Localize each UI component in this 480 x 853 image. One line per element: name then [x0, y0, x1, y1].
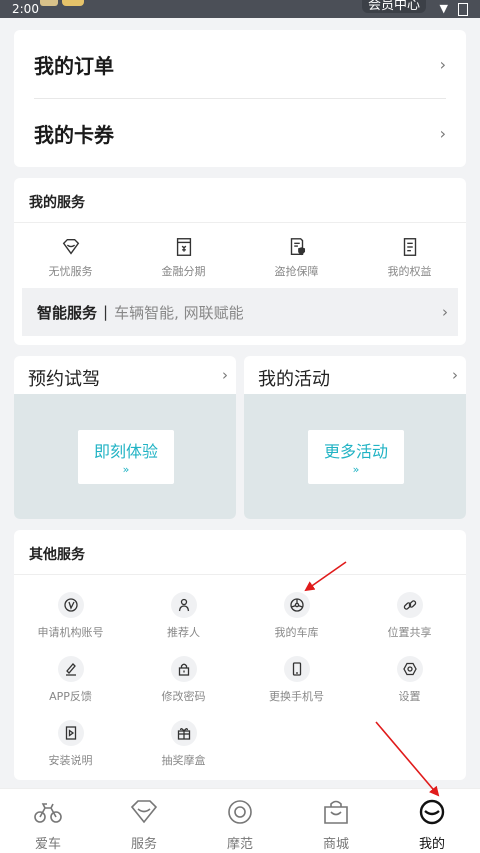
my-orders-label: 我的订单: [34, 53, 114, 78]
tab-mine[interactable]: 我的: [384, 789, 480, 853]
section-title: 我的服务: [29, 195, 85, 211]
divider: [14, 574, 466, 575]
service-label: 推荐人: [167, 626, 200, 639]
install-guide[interactable]: 安装说明: [14, 720, 127, 784]
diamond-icon: [130, 800, 158, 824]
service-label: APP反馈: [49, 690, 92, 703]
settings-hex-icon: [402, 662, 417, 676]
service-label: 盗抢保障: [274, 265, 319, 278]
my-activities-title: 我的活动: [258, 369, 330, 390]
service-label: 安装说明: [48, 754, 93, 767]
location-sharing[interactable]: 位置共享: [353, 592, 466, 656]
wheel-icon: [289, 598, 304, 612]
edit-pen-icon: [65, 663, 76, 676]
lock-icon: [178, 663, 189, 676]
section-title: 其他服务: [29, 547, 85, 563]
service-my-rights[interactable]: 我的权益: [353, 236, 466, 279]
tab-label: 爱车: [34, 837, 61, 852]
my-orders-row[interactable]: 我的订单 ›: [34, 30, 446, 98]
divider: [14, 222, 466, 223]
smart-service-desc: 车辆智能, 网联赋能: [114, 303, 244, 322]
test-drive-title: 预约试驾: [28, 369, 100, 390]
tab-label: 摩范: [226, 837, 253, 852]
service-label: 更换手机号: [269, 690, 324, 703]
double-chevron-icon: »: [352, 463, 360, 476]
status-bar: 2:00 会员中心 ▼: [0, 0, 480, 18]
double-chevron-icon: »: [122, 463, 130, 476]
separator: |: [103, 303, 109, 321]
battery-icon: [458, 3, 468, 16]
status-time: 2:00: [12, 2, 39, 16]
activities-banner: 更多活动 »: [244, 394, 466, 519]
service-label: 我的车库: [274, 626, 319, 639]
service-theft-protection[interactable]: 盗抢保障: [240, 236, 353, 279]
more-activities-button[interactable]: 更多活动 »: [308, 430, 404, 484]
person-icon: [178, 598, 189, 612]
link-icon: [403, 600, 416, 610]
other-services-card: 其他服务 申请机构账号 推荐人 我的车库 位置共享 APP反馈 修改密码 更换手…: [14, 530, 466, 780]
service-worry-free[interactable]: 无忧服务: [14, 236, 127, 279]
my-garage[interactable]: 我的车库: [240, 592, 353, 656]
shopping-bag-icon: [324, 800, 348, 824]
orders-card: 我的订单 › 我的卡券 ›: [14, 30, 466, 167]
chevron-right-icon: ›: [439, 123, 446, 143]
change-password[interactable]: 修改密码: [127, 656, 240, 720]
chevron-right-icon: ›: [442, 303, 448, 321]
settings[interactable]: 设置: [353, 656, 466, 720]
tab-label: 服务: [130, 837, 157, 852]
tab-label: 商城: [322, 837, 349, 852]
apply-org-account[interactable]: 申请机构账号: [14, 592, 127, 656]
tab-mall[interactable]: 商城: [288, 789, 384, 853]
lottery-box[interactable]: 抽奖摩盒: [127, 720, 240, 784]
gift-icon: [177, 728, 190, 740]
tab-service[interactable]: 服务: [96, 789, 192, 853]
motorcycle-icon: [34, 803, 62, 823]
smart-service-title: 智能服务: [37, 303, 98, 322]
my-services-card: 我的服务 无忧服务 金融分期 盗抢保障 我的权益 智能服务 | 车辆智能, 网联…: [14, 178, 466, 345]
play-document-icon: [65, 726, 76, 740]
face-icon: [419, 799, 445, 825]
app-feedback[interactable]: APP反馈: [14, 656, 127, 720]
list-document-icon: [403, 238, 416, 256]
referrer[interactable]: 推荐人: [127, 592, 240, 656]
change-phone[interactable]: 更换手机号: [240, 656, 353, 720]
service-label: 金融分期: [161, 265, 206, 278]
button-label: 即刻体验: [93, 442, 158, 461]
signal-icon: ▼: [439, 2, 448, 15]
document-shield-icon: [290, 238, 305, 256]
my-coupons-label: 我的卡券: [34, 122, 114, 147]
test-drive-banner: 即刻体验 »: [14, 394, 236, 519]
bottom-tab-bar: 爱车 服务 摩范 商城 我的: [0, 788, 480, 853]
test-drive-card[interactable]: 预约试驾 › 即刻体验 »: [14, 356, 236, 519]
service-finance[interactable]: 金融分期: [127, 236, 240, 279]
finance-box-icon: [176, 238, 191, 256]
service-label: 我的权益: [387, 265, 432, 278]
my-coupons-row[interactable]: 我的卡券 ›: [34, 99, 446, 167]
network-indicator: 会员中心: [361, 0, 426, 13]
service-label: 抽奖摩盒: [161, 754, 206, 767]
app-notification-icon: [62, 0, 84, 6]
chevron-right-icon: ›: [222, 366, 228, 384]
clock-badge-icon: [63, 598, 78, 612]
phone-icon: [292, 662, 301, 676]
service-label: 设置: [398, 690, 421, 703]
service-label: 无忧服务: [48, 265, 93, 278]
tab-label: 我的: [418, 837, 445, 852]
service-label: 修改密码: [161, 690, 206, 703]
chevron-right-icon: ›: [452, 366, 458, 384]
tab-mofan[interactable]: 摩范: [192, 789, 288, 853]
service-label: 位置共享: [387, 626, 432, 639]
service-label: 申请机构账号: [37, 626, 104, 639]
experience-now-button[interactable]: 即刻体验 »: [78, 430, 174, 484]
button-label: 更多活动: [323, 442, 388, 461]
smart-service-row[interactable]: 智能服务 | 车辆智能, 网联赋能 ›: [22, 288, 458, 336]
chevron-right-icon: ›: [439, 54, 446, 74]
my-activities-card[interactable]: 我的活动 › 更多活动 »: [244, 356, 466, 519]
target-icon: [228, 800, 252, 824]
tab-my-car[interactable]: 爱车: [0, 789, 96, 853]
notification-icon: [40, 0, 58, 6]
diamond-icon: [62, 238, 79, 255]
